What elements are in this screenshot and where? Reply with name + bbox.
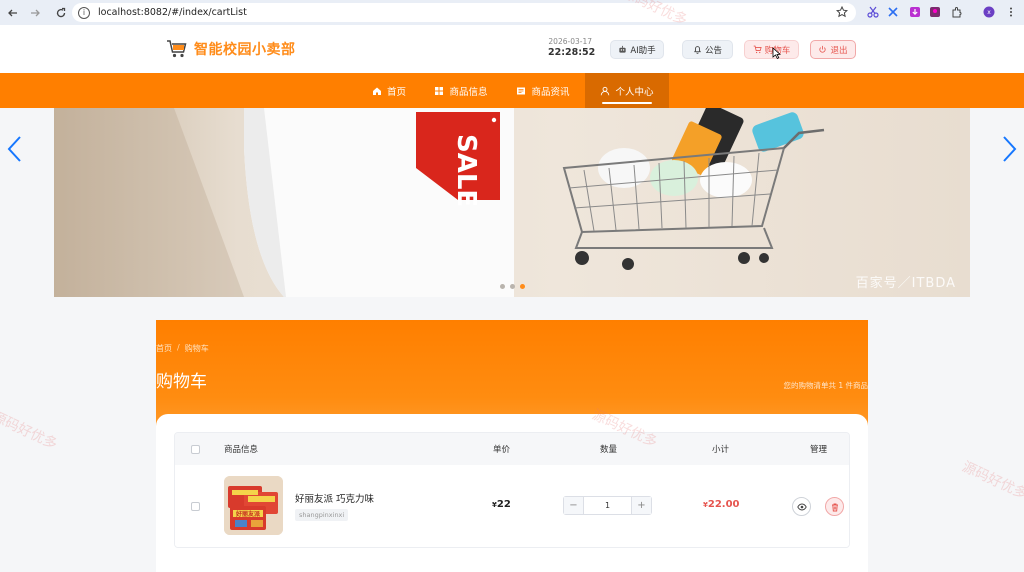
page-watermark: 源码好优多 [0, 408, 60, 453]
x-extension-icon[interactable] [886, 5, 900, 19]
banner-carousel[interactable]: SALE 百家号／ITBDA [54, 108, 970, 297]
nav-item-label: 商品信息 [449, 86, 488, 98]
quantity-stepper: − 1 + [563, 496, 652, 515]
scissors-extension-icon[interactable] [866, 5, 880, 19]
decrease-quantity-button[interactable]: − [564, 497, 583, 514]
delete-item-button[interactable] [825, 497, 844, 516]
ai-assistant-button[interactable]: AI助手 [610, 40, 664, 59]
select-all-checkbox[interactable] [191, 444, 200, 454]
unit-price-value: 22 [496, 499, 511, 510]
cart-table: 商品信息 单价 数量 小计 管理 好丽友派 好丽友派 巧克力味 shangpin… [174, 432, 850, 548]
site-name: 智能校园小卖部 [194, 42, 296, 58]
nav-item-label: 个人中心 [615, 86, 654, 98]
cart-summary: 您的购物清单共 1 件商品 [783, 381, 868, 390]
sale-tag-text: SALE [451, 134, 481, 207]
grid-icon [435, 86, 444, 95]
product-category-tag: shangpinxinxi [295, 509, 349, 521]
cart-card: 商品信息 单价 数量 小计 管理 好丽友派 好丽友派 巧克力味 shangpin… [156, 414, 868, 572]
cart-logo-icon [167, 40, 187, 58]
product-thumbnail[interactable]: 好丽友派 [224, 476, 283, 535]
logout-label: 退出 [830, 45, 848, 56]
column-header-quantity: 数量 [600, 445, 618, 455]
table-header: 商品信息 单价 数量 小计 管理 [175, 433, 849, 465]
quantity-input[interactable]: 1 [583, 497, 632, 514]
product-image: 好丽友派 [224, 476, 283, 535]
logout-button[interactable]: 退出 [810, 40, 856, 59]
profile-icon[interactable]: x [982, 5, 996, 19]
home-icon [372, 87, 381, 95]
download-extension-icon[interactable] [908, 5, 922, 19]
address-bar[interactable]: i localhost:8082/#/index/cartList [72, 3, 856, 22]
power-icon [819, 45, 827, 53]
nav-item-home[interactable]: 首页 [365, 73, 413, 108]
eye-icon [796, 503, 807, 510]
carousel-next-arrow-icon[interactable] [1000, 135, 1018, 163]
current-date: 2026-03-17 [548, 37, 592, 46]
news-icon [517, 87, 526, 94]
nav-item-user-center[interactable]: 个人中心 [585, 73, 669, 108]
current-time: 22:28:52 [548, 47, 596, 58]
robot-icon [619, 45, 626, 53]
product-name[interactable]: 好丽友派 巧克力味 [295, 491, 374, 505]
clock: 2026-03-17 22:28:52 [548, 37, 596, 58]
mouse-cursor-icon [772, 47, 781, 59]
breadcrumb-separator: / [177, 343, 180, 352]
nav-item-goods[interactable]: 商品信息 [430, 73, 492, 108]
carousel-dot[interactable] [510, 284, 515, 289]
column-header-price: 单价 [493, 445, 511, 455]
select-all-cell [191, 433, 200, 465]
nav-item-news[interactable]: 商品资讯 [512, 73, 574, 108]
column-header-product: 商品信息 [224, 445, 259, 455]
site-info-icon[interactable]: i [78, 6, 90, 19]
svg-text:x: x [987, 9, 991, 16]
carousel-prev-arrow-icon[interactable] [6, 135, 24, 163]
url-text[interactable]: localhost:8082/#/index/cartList [98, 7, 247, 18]
table-row: 好丽友派 好丽友派 巧克力味 shangpinxinxi ¥22 − 1 + ¥… [175, 465, 849, 547]
page-watermark: 源码好优多 [959, 458, 1024, 503]
bookmark-star-icon[interactable] [836, 6, 848, 18]
banner-watermark: 百家号／ITBDA [855, 276, 956, 291]
breadcrumb-home[interactable]: 首页 [156, 343, 172, 354]
extensions-puzzle-icon[interactable] [950, 5, 964, 19]
increase-quantity-button[interactable]: + [632, 497, 651, 514]
breadcrumb: 首页 / 购物车 [156, 343, 209, 354]
thumbnail-brand-text: 好丽友派 [235, 510, 261, 518]
page-title: 购物车 [156, 372, 207, 392]
nav-item-label: 首页 [386, 86, 406, 98]
subtotal-value: 22.00 [707, 499, 740, 510]
view-item-button[interactable] [792, 497, 811, 516]
forward-icon[interactable] [26, 4, 44, 22]
bell-icon [694, 46, 701, 54]
back-icon[interactable] [4, 4, 22, 22]
unit-price: ¥22 [492, 499, 511, 510]
browser-toolbar: i localhost:8082/#/index/cartList x [0, 0, 1024, 25]
breadcrumb-current: 购物车 [184, 344, 209, 353]
carousel-dot[interactable] [500, 284, 505, 289]
row-checkbox[interactable] [191, 502, 200, 511]
subtotal: ¥22.00 [703, 499, 740, 510]
site-header: 智能校园小卖部 2026-03-17 22:28:52 AI助手 公告 购物车 … [0, 25, 1024, 73]
user-icon [601, 86, 610, 95]
notice-label: 公告 [704, 45, 722, 56]
reload-icon[interactable] [52, 4, 70, 22]
main-nav: 首页 商品信息 商品资讯 个人中心 [0, 73, 1024, 108]
avatar-extension-icon[interactable] [928, 5, 942, 19]
column-header-subtotal: 小计 [712, 445, 730, 455]
ai-assistant-label: AI助手 [630, 45, 656, 56]
banner-image: SALE [54, 108, 825, 297]
nav-item-label: 商品资讯 [531, 86, 570, 98]
carousel-dot-active[interactable] [520, 284, 525, 289]
trash-icon [831, 503, 838, 511]
browser-menu-icon[interactable] [1004, 5, 1018, 19]
row-select-cell [191, 502, 200, 511]
site-logo[interactable]: 智能校园小卖部 [166, 38, 296, 60]
notice-button[interactable]: 公告 [682, 40, 733, 59]
shopping-cart-icon [753, 45, 762, 54]
carousel-indicators [500, 284, 525, 289]
column-header-manage: 管理 [810, 445, 828, 455]
